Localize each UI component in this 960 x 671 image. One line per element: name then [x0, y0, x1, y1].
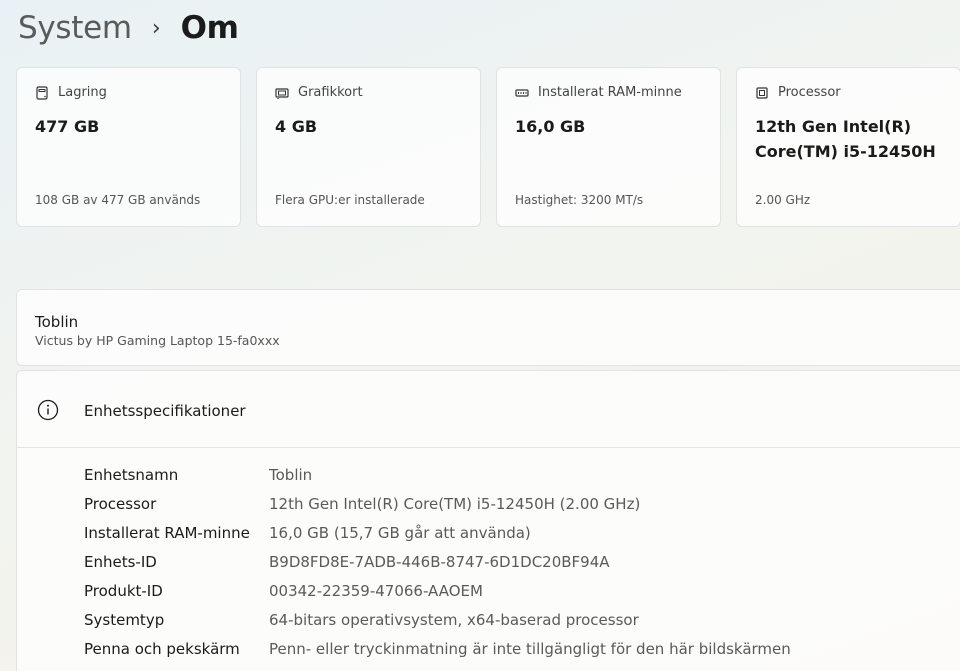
spec-list: Enhetsnamn Toblin Processor 12th Gen Int… — [84, 460, 791, 663]
spec-key: Processor — [84, 494, 157, 513]
card-subtext: Flera GPU:er installerade — [275, 193, 425, 207]
page-title: Om — [180, 10, 239, 46]
card-subtext: 2.00 GHz — [755, 193, 811, 207]
section-title: Enhetsspecifikationer — [84, 402, 246, 420]
device-name: Toblin — [35, 313, 79, 331]
spec-value: 16,0 GB (15,7 GB går att använda) — [269, 523, 531, 542]
spec-row-device-name: Enhetsnamn Toblin — [84, 460, 791, 489]
card-subtext: Hastighet: 3200 MT/s — [515, 193, 644, 207]
device-specifications-panel: Enhetsspecifikationer Enhetsnamn Toblin … — [16, 370, 960, 671]
card-processor[interactable]: Processor 12th Gen Intel(R) Core(TM) i5-… — [736, 67, 960, 227]
card-label: Installerat RAM-minne — [538, 85, 682, 100]
spec-value: Penn- eller tryckinmatning är inte tillg… — [269, 639, 791, 658]
spec-value: 12th Gen Intel(R) Core(TM) i5-12450H (2.… — [269, 494, 641, 513]
processor-icon — [755, 86, 769, 100]
spec-key: Penna och pekskärm — [84, 639, 240, 658]
spec-key: Installerat RAM-minne — [84, 523, 250, 542]
spec-row-system-type: Systemtyp 64-bitars operativsystem, x64-… — [84, 605, 791, 634]
card-value: 16,0 GB — [515, 117, 586, 136]
spec-row-pen-touch: Penna och pekskärm Penn- eller tryckinma… — [84, 634, 791, 663]
spec-key: Enhetsnamn — [84, 465, 179, 484]
spec-row-device-id: Enhets-ID B9D8FD8E-7ADB-446B-8747-6D1DC2… — [84, 547, 791, 576]
card-subtext: 108 GB av 477 GB används — [35, 193, 201, 207]
card-storage[interactable]: Lagring 477 GB 108 GB av 477 GB används — [16, 67, 241, 227]
card-value: 4 GB — [275, 117, 318, 136]
spec-value: Toblin — [269, 465, 313, 484]
card-ram[interactable]: Installerat RAM-minne 16,0 GB Hastighet:… — [496, 67, 721, 227]
spec-key: Enhets-ID — [84, 552, 157, 571]
card-label: Processor — [778, 85, 841, 100]
spec-row-ram: Installerat RAM-minne 16,0 GB (15,7 GB g… — [84, 518, 791, 547]
card-label: Grafikkort — [298, 85, 363, 100]
chevron-right-icon: › — [151, 15, 161, 41]
graphics-card-icon — [275, 86, 289, 100]
storage-icon — [35, 85, 49, 100]
spec-row-product-id: Produkt-ID 00342-22359-47066-AAOEM — [84, 576, 791, 605]
breadcrumb-system-link[interactable]: System — [18, 10, 132, 46]
spec-key: Systemtyp — [84, 610, 165, 629]
info-icon — [37, 399, 59, 421]
device-name-panel[interactable]: Toblin Victus by HP Gaming Laptop 15-fa0… — [16, 289, 960, 366]
spec-value: B9D8FD8E-7ADB-446B-8747-6D1DC20BF94A — [269, 552, 610, 571]
spec-cards: Lagring 477 GB 108 GB av 477 GB används … — [16, 67, 960, 227]
device-model: Victus by HP Gaming Laptop 15-fa0xxx — [35, 333, 280, 348]
card-value: 477 GB — [35, 117, 100, 136]
ram-icon — [515, 86, 529, 100]
device-specifications-header[interactable]: Enhetsspecifikationer — [17, 371, 960, 448]
card-label: Lagring — [58, 85, 107, 100]
spec-value: 00342-22359-47066-AAOEM — [269, 581, 483, 600]
spec-value: 64-bitars operativsystem, x64-baserad pr… — [269, 610, 639, 629]
card-value: 12th Gen Intel(R) Core(TM) i5-12450H — [755, 117, 936, 161]
card-graphics[interactable]: Grafikkort 4 GB Flera GPU:er installerad… — [256, 67, 481, 227]
spec-key: Produkt-ID — [84, 581, 163, 600]
spec-row-processor: Processor 12th Gen Intel(R) Core(TM) i5-… — [84, 489, 791, 518]
breadcrumb: System › Om — [18, 8, 239, 48]
